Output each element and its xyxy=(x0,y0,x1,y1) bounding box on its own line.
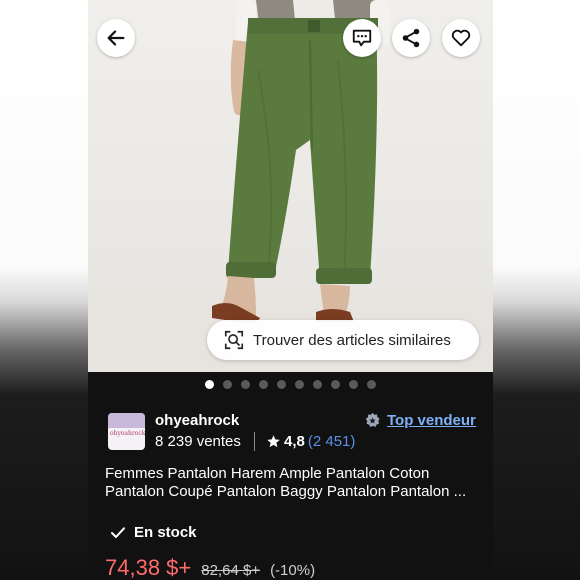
arrow-left-icon xyxy=(107,30,125,46)
carousel-dot[interactable] xyxy=(367,380,376,389)
carousel-dot[interactable] xyxy=(259,380,268,389)
share-button[interactable] xyxy=(392,19,430,57)
back-button[interactable] xyxy=(97,19,135,57)
product-details: ohyeahrock ohyeahrock 8 239 ventes 4,8 (… xyxy=(88,372,493,580)
seller-sales: 8 239 ventes xyxy=(155,433,241,450)
carousel-indicator xyxy=(88,380,493,389)
favorite-button[interactable] xyxy=(442,19,480,57)
discount-percent: (-10%) xyxy=(270,562,316,579)
price-row: 74,38 $+ 82,64 $+ (-10%) xyxy=(105,555,315,580)
find-similar-label: Trouver des articles similaires xyxy=(253,331,451,349)
carousel-dot-active[interactable] xyxy=(205,380,214,389)
carousel-dot[interactable] xyxy=(223,380,232,389)
carousel-dot[interactable] xyxy=(349,380,358,389)
seller-logo-text: ohyeahrock xyxy=(110,430,145,437)
heart-icon xyxy=(451,29,471,47)
message-seller-button[interactable] xyxy=(343,19,381,57)
divider xyxy=(254,432,255,451)
product-image[interactable]: Trouver des articles similaires xyxy=(88,0,493,372)
product-title-line2: Pantalon Coupé Pantalon Baggy Pantalon P… xyxy=(105,483,467,500)
carousel-dot[interactable] xyxy=(331,380,340,389)
star-icon xyxy=(267,435,280,448)
current-price: 74,38 $+ xyxy=(105,555,192,580)
stock-status: En stock xyxy=(110,524,197,541)
product-panel: Trouver des articles similaires ohyeahro… xyxy=(88,0,493,580)
carousel-dot[interactable] xyxy=(277,380,286,389)
carousel-dot[interactable] xyxy=(241,380,250,389)
carousel-dot[interactable] xyxy=(295,380,304,389)
review-count[interactable]: (2 451) xyxy=(308,433,356,450)
product-title-line1: Femmes Pantalon Harem Ample Pantalon Cot… xyxy=(105,465,430,482)
find-similar-button[interactable]: Trouver des articles similaires xyxy=(207,320,479,360)
seller-name[interactable]: ohyeahrock xyxy=(155,412,239,429)
original-price: 82,64 $+ xyxy=(201,562,261,579)
checkmark-icon xyxy=(111,526,125,538)
top-seller-badge[interactable]: Top vendeur xyxy=(364,412,476,429)
seller-logo[interactable]: ohyeahrock xyxy=(108,413,145,450)
visual-search-icon xyxy=(224,330,244,350)
product-title[interactable]: Femmes Pantalon Harem Ample Pantalon Cot… xyxy=(105,465,485,501)
rating-value: 4,8 xyxy=(284,433,305,450)
product-photo xyxy=(88,0,493,372)
logo-stripe xyxy=(108,413,145,428)
badge-icon xyxy=(365,412,380,428)
message-icon xyxy=(352,29,372,47)
share-icon xyxy=(402,28,420,48)
stock-label: En stock xyxy=(134,524,197,541)
seller-rating[interactable]: 4,8 (2 451) xyxy=(266,433,355,450)
carousel-dot[interactable] xyxy=(313,380,322,389)
top-seller-label: Top vendeur xyxy=(387,412,476,429)
